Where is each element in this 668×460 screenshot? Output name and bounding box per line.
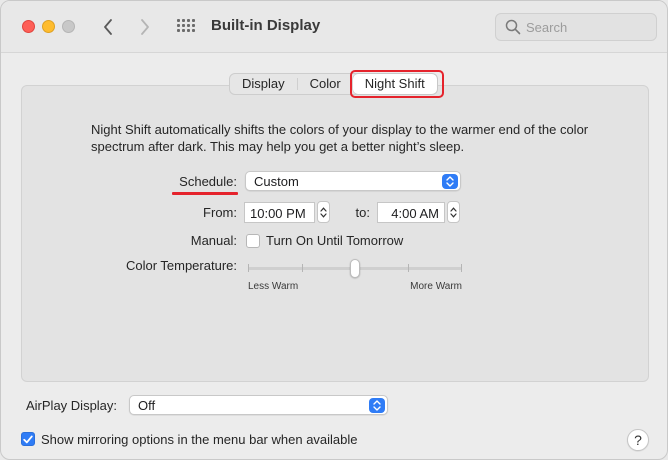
slider-tick [461, 264, 462, 272]
schedule-popup[interactable]: Custom [245, 171, 461, 191]
tab-night-shift[interactable]: Night Shift [352, 74, 437, 94]
mirroring-checkbox-label[interactable]: Show mirroring options in the menu bar w… [41, 432, 358, 447]
annotation-underline [172, 192, 238, 195]
slider-tick [302, 264, 303, 272]
manual-label: Manual: [190, 233, 237, 248]
chevron-down-icon [450, 212, 457, 218]
chevron-left-icon [104, 19, 112, 35]
slider-tick [408, 264, 409, 272]
close-window-button[interactable] [22, 20, 35, 33]
tab-color[interactable]: Color [298, 74, 353, 94]
color-temperature-slider-knob[interactable] [350, 259, 360, 278]
search-input[interactable] [526, 19, 652, 35]
chevron-up-icon [450, 206, 457, 212]
airplay-display-value: Off [138, 398, 156, 413]
mirroring-checkbox[interactable] [21, 432, 35, 446]
window-title: Built-in Display [211, 17, 321, 34]
search-icon [505, 19, 521, 35]
back-button[interactable] [96, 15, 120, 39]
help-button[interactable]: ? [627, 429, 649, 451]
checkmark-icon [23, 435, 33, 443]
up-down-arrows-icon [369, 398, 385, 413]
to-label: to: [355, 205, 370, 220]
fullscreen-window-button[interactable] [62, 20, 75, 33]
search-field[interactable] [495, 13, 657, 41]
more-warm-label: More Warm [410, 281, 462, 292]
from-time-stepper[interactable] [317, 201, 330, 223]
chevron-up-icon [320, 206, 327, 212]
to-time-stepper[interactable] [447, 201, 460, 223]
manual-checkbox[interactable] [246, 234, 260, 248]
title-bar: Built-in Display [1, 1, 667, 53]
from-label: From: [203, 205, 237, 220]
color-temperature-label: Color Temperature: [125, 258, 237, 273]
airplay-display-label: AirPlay Display: [26, 398, 118, 413]
up-down-arrows-icon [442, 174, 458, 189]
schedule-value: Custom [254, 174, 299, 189]
schedule-label: Schedule: [179, 174, 237, 189]
manual-checkbox-label[interactable]: Turn On Until Tomorrow [266, 233, 403, 248]
show-all-grid-icon[interactable] [177, 18, 195, 36]
to-time-value: 4:00 AM [391, 206, 439, 221]
tab-display[interactable]: Display [230, 74, 297, 94]
night-shift-description: Night Shift automatically shifts the col… [91, 122, 589, 154]
forward-button[interactable] [133, 15, 157, 39]
chevron-down-icon [320, 212, 327, 218]
to-time-field[interactable]: 4:00 AM [377, 202, 445, 223]
segmented-tabs: Display Color Night Shift [229, 73, 438, 95]
slider-tick [248, 264, 249, 272]
less-warm-label: Less Warm [248, 281, 299, 292]
airplay-display-popup[interactable]: Off [129, 395, 388, 415]
minimize-window-button[interactable] [42, 20, 55, 33]
chevron-right-icon [141, 19, 149, 35]
from-time-field[interactable]: 10:00 PM [244, 202, 315, 223]
system-preferences-window: Built-in Display Display Color Night Shi… [0, 0, 668, 460]
from-time-value: 10:00 PM [250, 206, 306, 221]
